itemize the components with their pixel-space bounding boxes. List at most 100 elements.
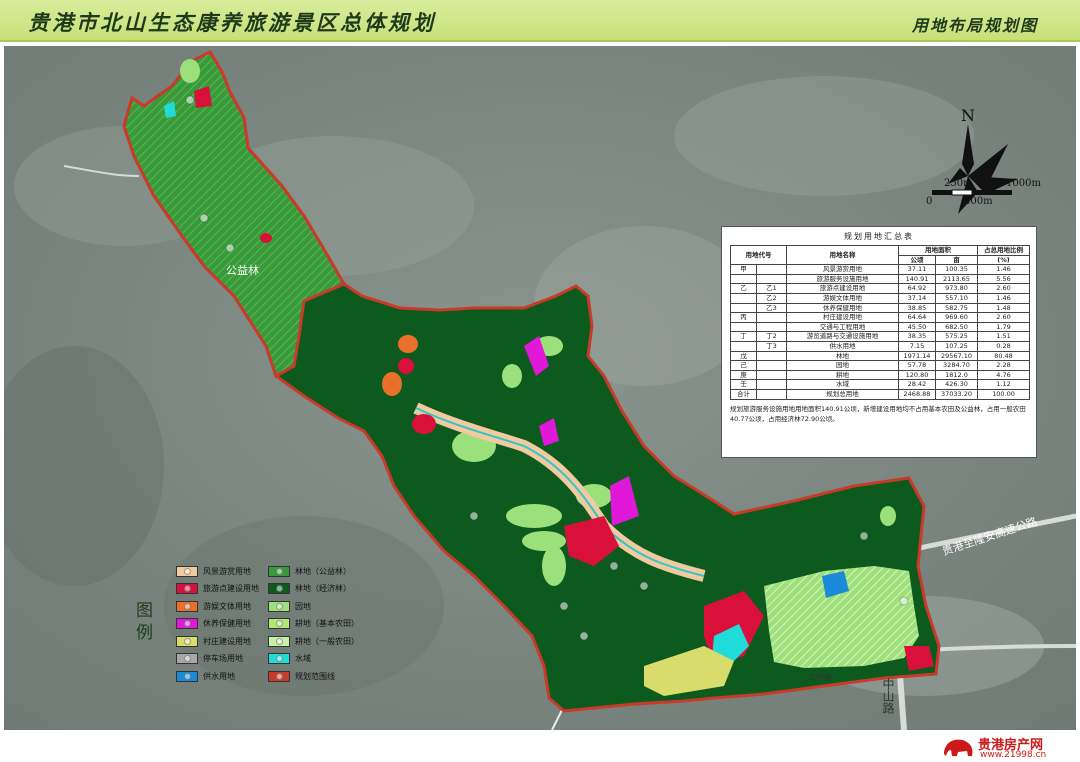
cell-subcode: 乙3 (756, 302, 787, 314)
th-ratio-unit: (%) (977, 254, 1030, 266)
summary-note: 规划旅游服务设施用地用地面积140.91公顷，新增建设用地均不占用基本农田及公益… (730, 404, 1026, 423)
legend-swatch (176, 565, 198, 577)
cell-ratio: 0.28 (977, 340, 1030, 352)
cell-ratio: 2.28 (977, 360, 1030, 371)
summary-table: 用地代号 用地名称 用地面积 占总用地比例 公顷 亩 (%) 甲风景游赏用地 37… (730, 244, 1030, 400)
cell-mu: 973.80 (934, 283, 979, 294)
cell-ratio: 80.48 (977, 350, 1030, 362)
cell-subcode (756, 321, 787, 333)
watermark-url: www.21998.cn (980, 750, 1047, 760)
table-row: 乙2 游娱文体用地 37.14 557.10 1.46 (730, 292, 1030, 304)
legend-swatch (176, 600, 198, 612)
cell-code: 乙 (730, 283, 757, 294)
north-arrow: N (948, 106, 1028, 246)
cell-mu: 100.35 (934, 264, 979, 275)
legend-swatch (268, 635, 290, 647)
legend-label: 耕地（基本农田） (295, 619, 359, 628)
summary-table-body: 甲风景游赏用地 37.11 100.35 1.46 旅游服务设施用地 140.91 2113… (730, 264, 1030, 400)
legend-label: 停车场用地 (203, 654, 243, 663)
cell-subcode: 乙2 (756, 292, 787, 304)
legend-swatch (268, 600, 290, 612)
cell-name: 交通与工程用地 (786, 321, 899, 333)
legend-item: 供水用地 (176, 669, 235, 683)
watermark: 贵港房产网 www.21998.cn (938, 733, 1078, 762)
cell-code: 壬 (730, 379, 757, 390)
cell-ha: 2468.88 (898, 388, 936, 400)
legend-item: 游娱文体用地 (176, 599, 251, 613)
cell-ratio: 4.76 (977, 369, 1030, 381)
table-row: 合计 规划总用地 2468.88 37033.20 100.00 (730, 388, 1030, 400)
cell-name: 旅游服务设施用地 (786, 273, 899, 285)
legend-dot-icon (183, 620, 191, 627)
legend-item: 旅游点建设用地 (176, 582, 259, 596)
road-label-north-ring: 北环路 (808, 673, 832, 682)
cell-mu: 426.30 (934, 379, 979, 390)
legend-swatch (268, 583, 290, 594)
legend-swatch (268, 653, 290, 664)
cell-ha: 7.15 (898, 340, 936, 352)
scale-500: 500m (964, 196, 993, 207)
cell-ratio: 5.56 (977, 273, 1030, 285)
legend-label: 游娱文体用地 (203, 601, 251, 611)
legend-item: 规划范围线 (268, 669, 335, 683)
cell-name: 风景游赏用地 (786, 264, 899, 275)
page-title: 贵港市北山生态康养旅游景区总体规划 (28, 10, 436, 35)
legend-dot-icon (183, 672, 191, 680)
legend-swatch (176, 653, 198, 664)
summary-table-title: 规划用地汇总表 (844, 232, 914, 241)
legend-dot-icon (183, 585, 191, 592)
cell-code (730, 340, 757, 352)
cell-subcode (756, 312, 787, 323)
legend-label: 耕地（一般农田） (295, 636, 359, 646)
legend-label: 村庄建设用地 (203, 636, 251, 646)
th-area: 用地面积 (897, 245, 979, 256)
table-row: 丁3 供水用地 7.15 107.25 0.28 (730, 340, 1030, 352)
legend-item: 休养保健用地 (176, 617, 251, 631)
area-label-public-forest: 公益林 (226, 263, 259, 277)
scale-0: 0 (926, 196, 933, 207)
legend-title: 图例 (136, 601, 153, 643)
cell-mu: 3284.70 (934, 360, 979, 371)
cell-ha: 38.85 (898, 302, 936, 314)
cell-name: 规划总用地 (786, 388, 899, 400)
legend-item: 林地（经济林） (268, 582, 351, 596)
table-row: 乙3 休养保健用地 38.85 582.75 1.48 (730, 302, 1030, 314)
cell-code (730, 292, 757, 304)
cell-mu: 1812.0 (934, 369, 979, 381)
cell-name: 村庄建设用地 (786, 312, 899, 323)
cell-code (730, 302, 757, 314)
th-mu: 亩 (934, 254, 979, 266)
cell-ha: 64.64 (898, 312, 936, 323)
legend-item: 水域 (268, 652, 311, 666)
legend-swatch (268, 565, 290, 577)
legend-swatch (176, 583, 198, 594)
table-row: 壬 水域 28.42 426.30 1.12 (730, 379, 1030, 390)
legend-label: 林地（经济林） (295, 584, 351, 593)
legend-dot-icon (275, 585, 283, 592)
cell-ratio: 2.60 (977, 312, 1030, 323)
cell-code: 戊 (730, 350, 757, 362)
legend: 图例 风景游赏用地 林地（公益林） 旅游点建设用地 林地（经济林） 游娱文体用地 园地 休养… (120, 562, 390, 692)
legend-item: 园地 (268, 599, 311, 613)
table-row: 甲 风景游赏用地 37.11 100.35 1.46 (730, 264, 1030, 275)
elephant-logo-icon (944, 739, 973, 756)
cell-name: 水域 (786, 379, 899, 390)
legend-swatch (176, 635, 198, 647)
cell-ha: 28.42 (898, 379, 936, 390)
cell-ratio: 1.51 (977, 331, 1030, 342)
legend-dot-icon (275, 672, 283, 680)
cell-ha: 140.91 (898, 273, 936, 285)
cell-subcode (756, 350, 787, 362)
cell-name: 供水用地 (786, 340, 899, 352)
legend-dot-icon (183, 567, 191, 575)
table-row: 丁丁2 游览道路与交通设施用地 38.35 575.25 1.51 (730, 331, 1030, 342)
legend-label: 休养保健用地 (203, 619, 251, 628)
cell-subcode (756, 369, 787, 381)
cell-subcode (756, 388, 787, 400)
cell-ha: 37.14 (898, 292, 936, 304)
legend-swatch (176, 618, 198, 629)
legend-label: 供水用地 (203, 671, 235, 681)
legend-dot-icon (183, 637, 191, 645)
cell-ratio: 100.00 (977, 388, 1030, 400)
cell-subcode: 丁3 (756, 340, 787, 352)
